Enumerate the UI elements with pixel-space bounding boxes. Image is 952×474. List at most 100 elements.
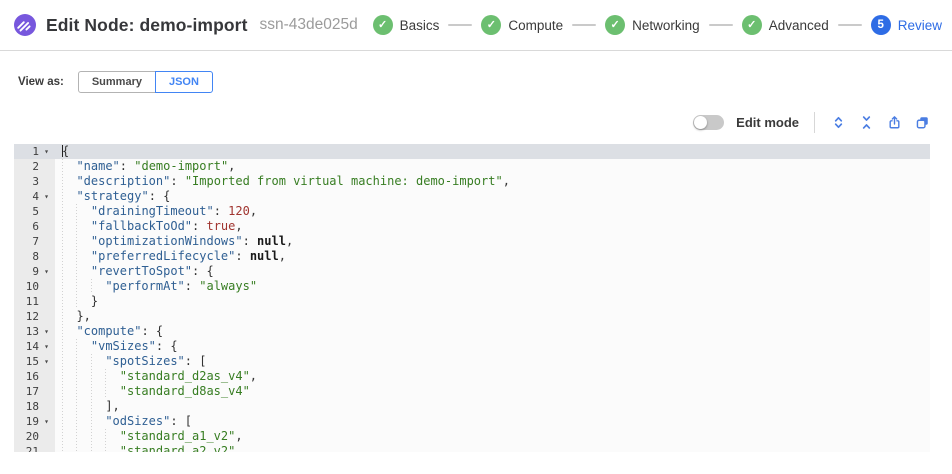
gutter: 2 bbox=[14, 159, 55, 174]
editor-line: 7 "optimizationWindows": null, bbox=[14, 234, 930, 249]
line-number: 8 bbox=[14, 249, 39, 264]
editor-line: 14▾"vmSizes": { bbox=[14, 339, 930, 354]
gutter: 1▾ bbox=[14, 144, 55, 159]
gutter: 19▾ bbox=[14, 414, 55, 429]
editor-line: 16 "standard_d2as_v4", bbox=[14, 369, 930, 384]
gutter: 12 bbox=[14, 309, 55, 324]
page-title: Edit Node: demo-import bbox=[46, 15, 248, 36]
fold-toggle-icon[interactable]: ▾ bbox=[39, 354, 54, 369]
code-text[interactable]: "odSizes": [ bbox=[55, 414, 930, 429]
toolbar-divider bbox=[814, 112, 815, 133]
editor-line: 19▾"odSizes": [ bbox=[14, 414, 930, 429]
line-number: 9 bbox=[14, 264, 39, 279]
fold-toggle-icon[interactable]: ▾ bbox=[39, 264, 54, 279]
editor-line: 9▾"revertToSpot": { bbox=[14, 264, 930, 279]
wizard-stepper: ✓Basics ✓ Compute ✓ Networking ✓ Advanced 5 Revi… bbox=[373, 15, 944, 35]
view-as-json-button[interactable]: JSON bbox=[155, 71, 213, 93]
step-label: Compute bbox=[508, 18, 563, 33]
step-label: Review bbox=[898, 18, 942, 33]
step-number: 5 bbox=[871, 15, 891, 35]
code-text[interactable]: } bbox=[55, 294, 930, 309]
line-number: 12 bbox=[14, 309, 39, 324]
step-networking[interactable]: ✓ Networking bbox=[605, 15, 700, 35]
line-number: 6 bbox=[14, 219, 39, 234]
gutter: 10 bbox=[14, 279, 55, 294]
editor-line: 15▾"spotSizes": [ bbox=[14, 354, 930, 369]
line-number: 1 bbox=[14, 144, 39, 159]
editor-line: 6 "fallbackToOd": true, bbox=[14, 219, 930, 234]
toggle-knob bbox=[694, 116, 707, 129]
code-text[interactable]: "vmSizes": { bbox=[55, 339, 930, 354]
view-as-summary-button[interactable]: Summary bbox=[78, 71, 156, 93]
code-text[interactable]: "standard_a2_v2" bbox=[55, 444, 930, 452]
step-label: Advanced bbox=[769, 18, 829, 33]
step-compute[interactable]: ✓ Compute bbox=[481, 15, 563, 35]
step-advanced[interactable]: ✓ Advanced bbox=[742, 15, 829, 35]
fold-toggle-icon[interactable]: ▾ bbox=[39, 339, 54, 354]
editor-line: 17 "standard_d8as_v4" bbox=[14, 384, 930, 399]
fold-toggle-icon[interactable]: ▾ bbox=[39, 414, 54, 429]
code-text[interactable]: "optimizationWindows": null, bbox=[55, 234, 930, 249]
gutter: 7 bbox=[14, 234, 55, 249]
line-number: 10 bbox=[14, 279, 39, 294]
editor-line: 11} bbox=[14, 294, 930, 309]
step-basics[interactable]: ✓Basics bbox=[373, 15, 440, 35]
line-number: 18 bbox=[14, 399, 39, 414]
json-code-editor[interactable]: 1▾{2"name": "demo-import",3"description"… bbox=[14, 144, 930, 452]
editor-toolbar: Edit mode bbox=[0, 110, 930, 134]
gutter: 13▾ bbox=[14, 324, 55, 339]
code-text[interactable]: "description": "Imported from virtual ma… bbox=[55, 174, 930, 189]
step-review[interactable]: 5 Review bbox=[871, 15, 942, 35]
code-text[interactable]: "preferredLifecycle": null, bbox=[55, 249, 930, 264]
code-text[interactable]: "compute": { bbox=[55, 324, 930, 339]
code-text[interactable]: "drainingTimeout": 120, bbox=[55, 204, 930, 219]
step-check-icon: ✓ bbox=[481, 15, 501, 35]
code-text[interactable]: "spotSizes": [ bbox=[55, 354, 930, 369]
code-text[interactable]: }, bbox=[55, 309, 930, 324]
fold-toggle-icon[interactable]: ▾ bbox=[39, 144, 54, 159]
code-text[interactable]: "revertToSpot": { bbox=[55, 264, 930, 279]
code-text[interactable]: "strategy": { bbox=[55, 189, 930, 204]
node-id: ssn-43de025d bbox=[260, 16, 358, 34]
editor-line: 18], bbox=[14, 399, 930, 414]
copy-icon[interactable] bbox=[914, 114, 930, 130]
view-as-row: View as: SummaryJSON bbox=[18, 71, 952, 93]
code-text[interactable]: "standard_d8as_v4" bbox=[55, 384, 930, 399]
expand-all-icon[interactable] bbox=[830, 114, 846, 130]
line-number: 16 bbox=[14, 369, 39, 384]
code-text[interactable]: "name": "demo-import", bbox=[55, 159, 930, 174]
line-number: 7 bbox=[14, 234, 39, 249]
fold-toggle-icon[interactable]: ▾ bbox=[39, 189, 54, 204]
code-text[interactable]: "standard_d2as_v4", bbox=[55, 369, 930, 384]
editor-line: 3 "description": "Imported from virtual m… bbox=[14, 174, 930, 189]
view-as-label: View as: bbox=[18, 76, 64, 88]
collapse-all-icon[interactable] bbox=[858, 114, 874, 130]
editor-line: 13▾"compute": { bbox=[14, 324, 930, 339]
fold-toggle-icon[interactable]: ▾ bbox=[39, 324, 54, 339]
line-number: 2 bbox=[14, 159, 39, 174]
line-number: 17 bbox=[14, 384, 39, 399]
edit-mode-label: Edit mode bbox=[736, 115, 799, 130]
line-number: 14 bbox=[14, 339, 39, 354]
line-number: 21 bbox=[14, 444, 39, 452]
gutter: 3 bbox=[14, 174, 55, 189]
code-text[interactable]: ], bbox=[55, 399, 930, 414]
code-text[interactable]: "standard_a1_v2", bbox=[55, 429, 930, 444]
step-check-icon: ✓ bbox=[742, 15, 762, 35]
gutter: 6 bbox=[14, 219, 55, 234]
editor-line: 4▾"strategy": { bbox=[14, 189, 930, 204]
code-text[interactable]: { bbox=[55, 144, 930, 159]
line-number: 3 bbox=[14, 174, 39, 189]
step-label: Basics bbox=[400, 18, 440, 33]
editor-line: 5"drainingTimeout": 120, bbox=[14, 204, 930, 219]
code-text[interactable]: "performAt": "always" bbox=[55, 279, 930, 294]
gutter: 15▾ bbox=[14, 354, 55, 369]
gutter: 8 bbox=[14, 249, 55, 264]
step-check-icon: ✓ bbox=[605, 15, 625, 35]
code-text[interactable]: "fallbackToOd": true, bbox=[55, 219, 930, 234]
export-icon[interactable] bbox=[886, 114, 902, 130]
gutter: 20 bbox=[14, 429, 55, 444]
edit-mode-toggle[interactable] bbox=[693, 115, 724, 130]
step-label: Networking bbox=[632, 18, 700, 33]
step-connector bbox=[448, 24, 472, 26]
